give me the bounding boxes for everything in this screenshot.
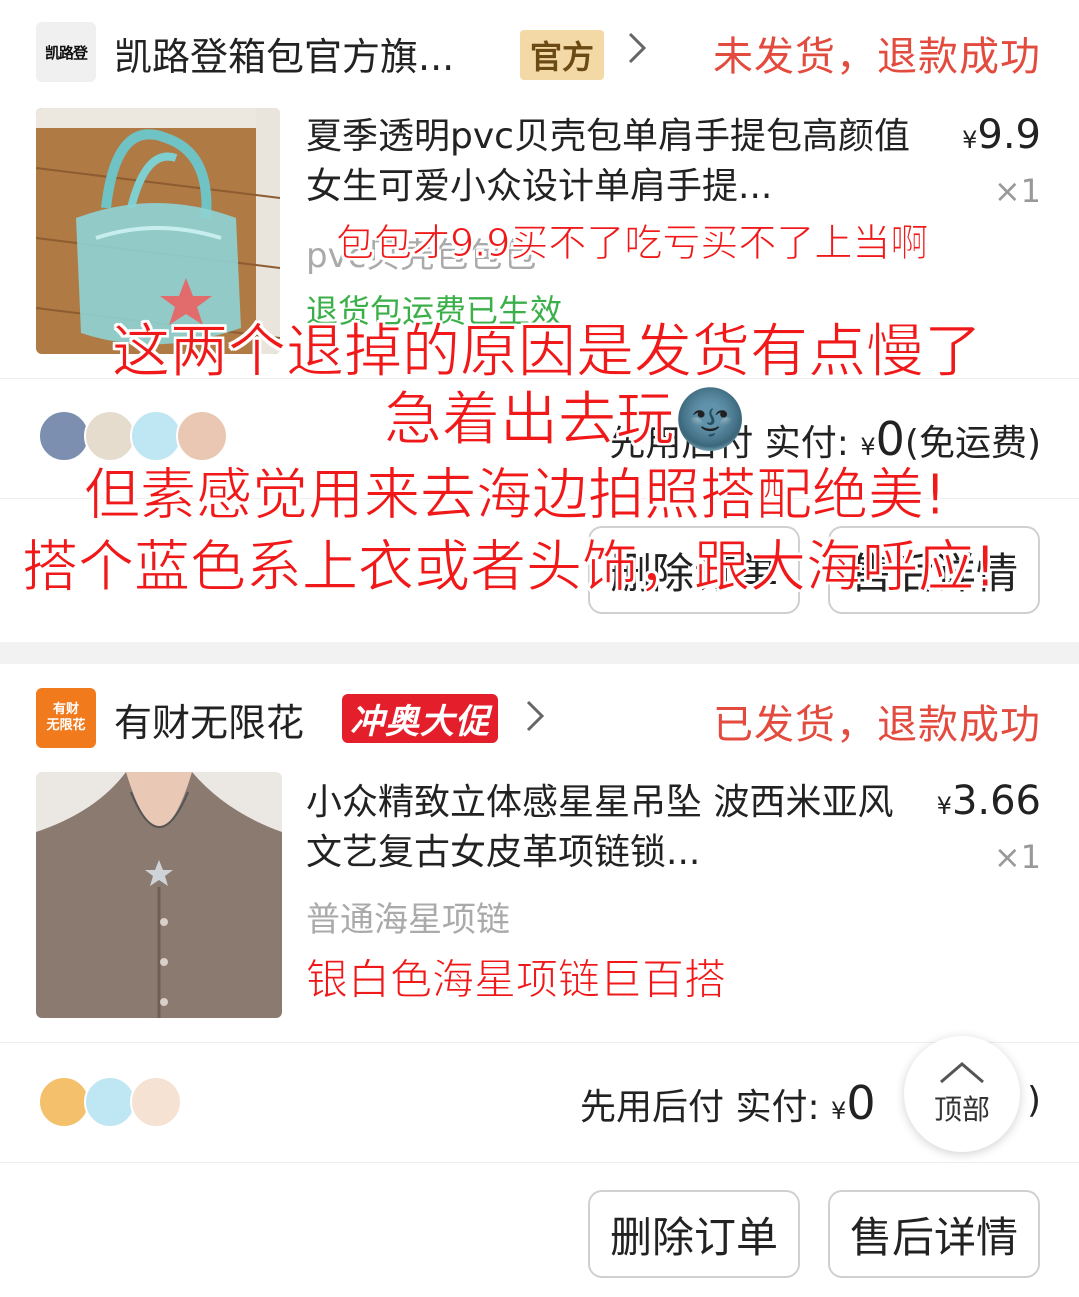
avatar [38, 1076, 90, 1128]
annotation-text: 银白色海星项链巨百搭 [305, 955, 727, 1005]
product-price: ¥3.66 [937, 778, 1041, 824]
product-title[interactable]: 小众精致立体感星星吊坠 波西米亚风文艺复古女皮革项链锁... [306, 778, 926, 878]
section-separator [0, 642, 1079, 664]
currency-symbol: ¥ [936, 792, 952, 820]
new-moon-face-emoji: 🌚 [674, 385, 747, 453]
chevron-up-icon [940, 1062, 984, 1084]
back-to-top-button[interactable]: 顶部 [904, 1036, 1020, 1152]
annotation-text: 包包才9.9买不了吃亏买不了上当啊 [335, 221, 929, 266]
product-spec: 普通海星项链 [306, 900, 510, 940]
product-quantity: ×1 [993, 838, 1041, 876]
product-title[interactable]: 夏季透明pvc贝壳包单肩手提包高颜值女生可爱小众设计单肩手提... [306, 112, 926, 212]
annotation-text: 急着出去玩 [383, 385, 675, 454]
shop-logo[interactable]: 凯路登 [36, 22, 96, 82]
shipping-note-tail: ) [1026, 1080, 1041, 1121]
buyer-avatars[interactable] [38, 1076, 182, 1128]
currency-symbol: ¥ [831, 1097, 847, 1125]
avatar [84, 1076, 136, 1128]
shop-name[interactable]: 有财无限花 [114, 692, 304, 747]
chevron-right-icon[interactable] [626, 28, 648, 78]
after-sale-details-button[interactable]: 售后详情 [828, 1190, 1040, 1278]
shop-name[interactable]: 凯路登箱包官方旗... [114, 26, 454, 81]
annotation-text: 但素感觉用来去海边拍照搭配绝美! [83, 463, 947, 529]
product-price: ¥9.9 [962, 112, 1041, 158]
divider [0, 1162, 1079, 1163]
shop-logo[interactable]: 有财 无限花 [36, 688, 96, 748]
back-to-top-label: 顶部 [933, 1093, 990, 1126]
delete-order-button[interactable]: 删除订单 [588, 1190, 800, 1278]
product-image[interactable] [36, 772, 282, 1018]
order-status: 未发货，退款成功 [713, 34, 1041, 80]
product-quantity: ×1 [993, 172, 1041, 210]
price-value: 3.66 [951, 778, 1041, 824]
official-badge: 官方 [520, 30, 605, 80]
chevron-right-icon[interactable] [524, 696, 546, 746]
payment-summary: 先用后付 实付: ¥0 [580, 1076, 876, 1130]
divider [0, 1042, 1079, 1043]
pay-amount: 0 [846, 1076, 876, 1130]
currency-symbol: ¥ [962, 126, 978, 154]
order-status: 已发货，退款成功 [713, 702, 1041, 748]
shop-logo-text: 凯路登 [44, 43, 88, 62]
pay-label: 先用后付 实付: [580, 1087, 820, 1128]
promo-badge: 冲奥大促 [342, 694, 498, 743]
shop-logo-text: 无限花 [46, 718, 86, 733]
annotation-text: 搭个蓝色系上衣或者头饰，跟大海呼应! [21, 535, 997, 601]
shop-logo-text: 有财 [52, 702, 79, 717]
avatar [38, 410, 90, 462]
annotation-text: 急着出去玩🌚 [383, 372, 747, 456]
price-value: 9.9 [977, 112, 1041, 158]
avatar [130, 1076, 182, 1128]
